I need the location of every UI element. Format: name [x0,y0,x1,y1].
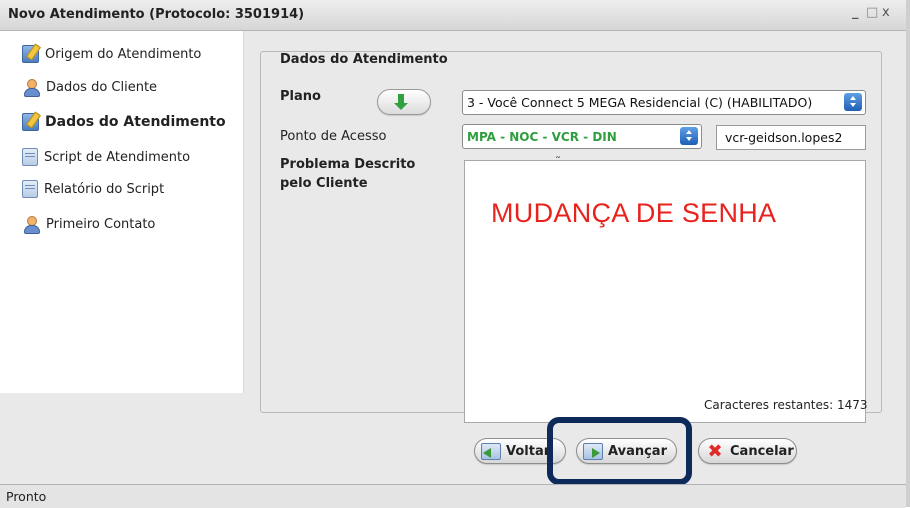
ponto-acesso-label: Ponto de Acesso [280,129,387,144]
sidebar-item-label: Primeiro Contato [46,216,156,232]
back-button-label: Voltar [506,443,551,459]
plano-select[interactable]: 3 - Você Connect 5 MEGA Residencial (C) … [462,90,866,115]
problema-text: MUDANÇA DE SENHA [491,198,777,228]
sidebar-item-label: Dados do Atendimento [45,114,226,130]
problema-label-line2: pelo Cliente [280,176,368,191]
counter-label: Caracteres restantes: [704,398,834,412]
select-spinner-icon [844,93,862,111]
counter-value: 1473 [837,398,868,412]
dialog-window: Novo Atendimento (Protocolo: 3501914) _ … [0,0,910,508]
plano-refresh-button[interactable] [377,89,431,115]
arrow-down-icon [394,94,408,110]
sidebar-item-dados-cliente[interactable]: Dados do Cliente [22,76,157,98]
fieldset-legend: Dados do Atendimento [276,52,452,67]
window-edge [906,0,910,507]
problema-textarea[interactable]: ˜ MUDANÇA DE SENHA [464,155,866,423]
sidebar-item-relatorio-script[interactable]: Relatório do Script [22,178,164,200]
problema-label-line1: Problema Descrito [280,157,416,172]
sidebar-item-dados-atendimento[interactable]: Dados do Atendimento [22,111,226,133]
status-text: Pronto [6,489,47,504]
sidebar-item-label: Script de Atendimento [44,149,191,165]
highlight-annotation [547,417,692,485]
edit-icon [22,45,39,63]
window-title: Novo Atendimento (Protocolo: 3501914) [8,7,305,22]
status-bar: Pronto [0,484,906,508]
cancel-x-icon: ✖ [707,440,723,462]
maximize-button[interactable]: □ [866,5,878,20]
edit-icon [22,113,39,131]
caret-mark: ˜ [555,155,561,169]
login-field[interactable]: vcr-geidson.lopes2 [716,125,866,150]
sidebar-item-origem[interactable]: Origem do Atendimento [22,43,201,65]
user-icon [22,215,40,234]
sidebar: Origem do Atendimento Dados do Cliente D… [0,31,244,393]
plano-label: Plano [280,89,321,104]
select-spinner-icon [680,127,698,145]
content-area: Dados do Atendimento Plano 3 - Você Conn… [244,31,910,423]
cancel-button-label: Cancelar [730,443,794,459]
sidebar-item-label: Origem do Atendimento [45,46,202,62]
minimize-button[interactable]: _ [852,5,859,20]
user-icon [22,78,40,97]
close-button[interactable]: x [882,5,890,20]
sidebar-item-label: Dados do Cliente [46,79,158,95]
ponto-acesso-value: MPA - NOC - VCR - DIN [467,129,617,144]
sidebar-item-script-atendimento[interactable]: Script de Atendimento [22,146,190,168]
sheet-icon [22,180,38,198]
title-bar: Novo Atendimento (Protocolo: 3501914) _ … [0,0,906,31]
character-counter: Caracteres restantes: 1473 [704,398,868,412]
plano-select-value: 3 - Você Connect 5 MEGA Residencial (C) … [467,95,813,110]
sidebar-item-primeiro-contato[interactable]: Primeiro Contato [22,213,155,235]
sheet-icon [22,148,38,166]
cancel-button[interactable]: ✖ Cancelar [698,438,797,464]
ponto-acesso-select[interactable]: MPA - NOC - VCR - DIN [462,124,702,149]
back-arrow-icon [481,442,501,460]
sidebar-item-label: Relatório do Script [44,181,165,197]
